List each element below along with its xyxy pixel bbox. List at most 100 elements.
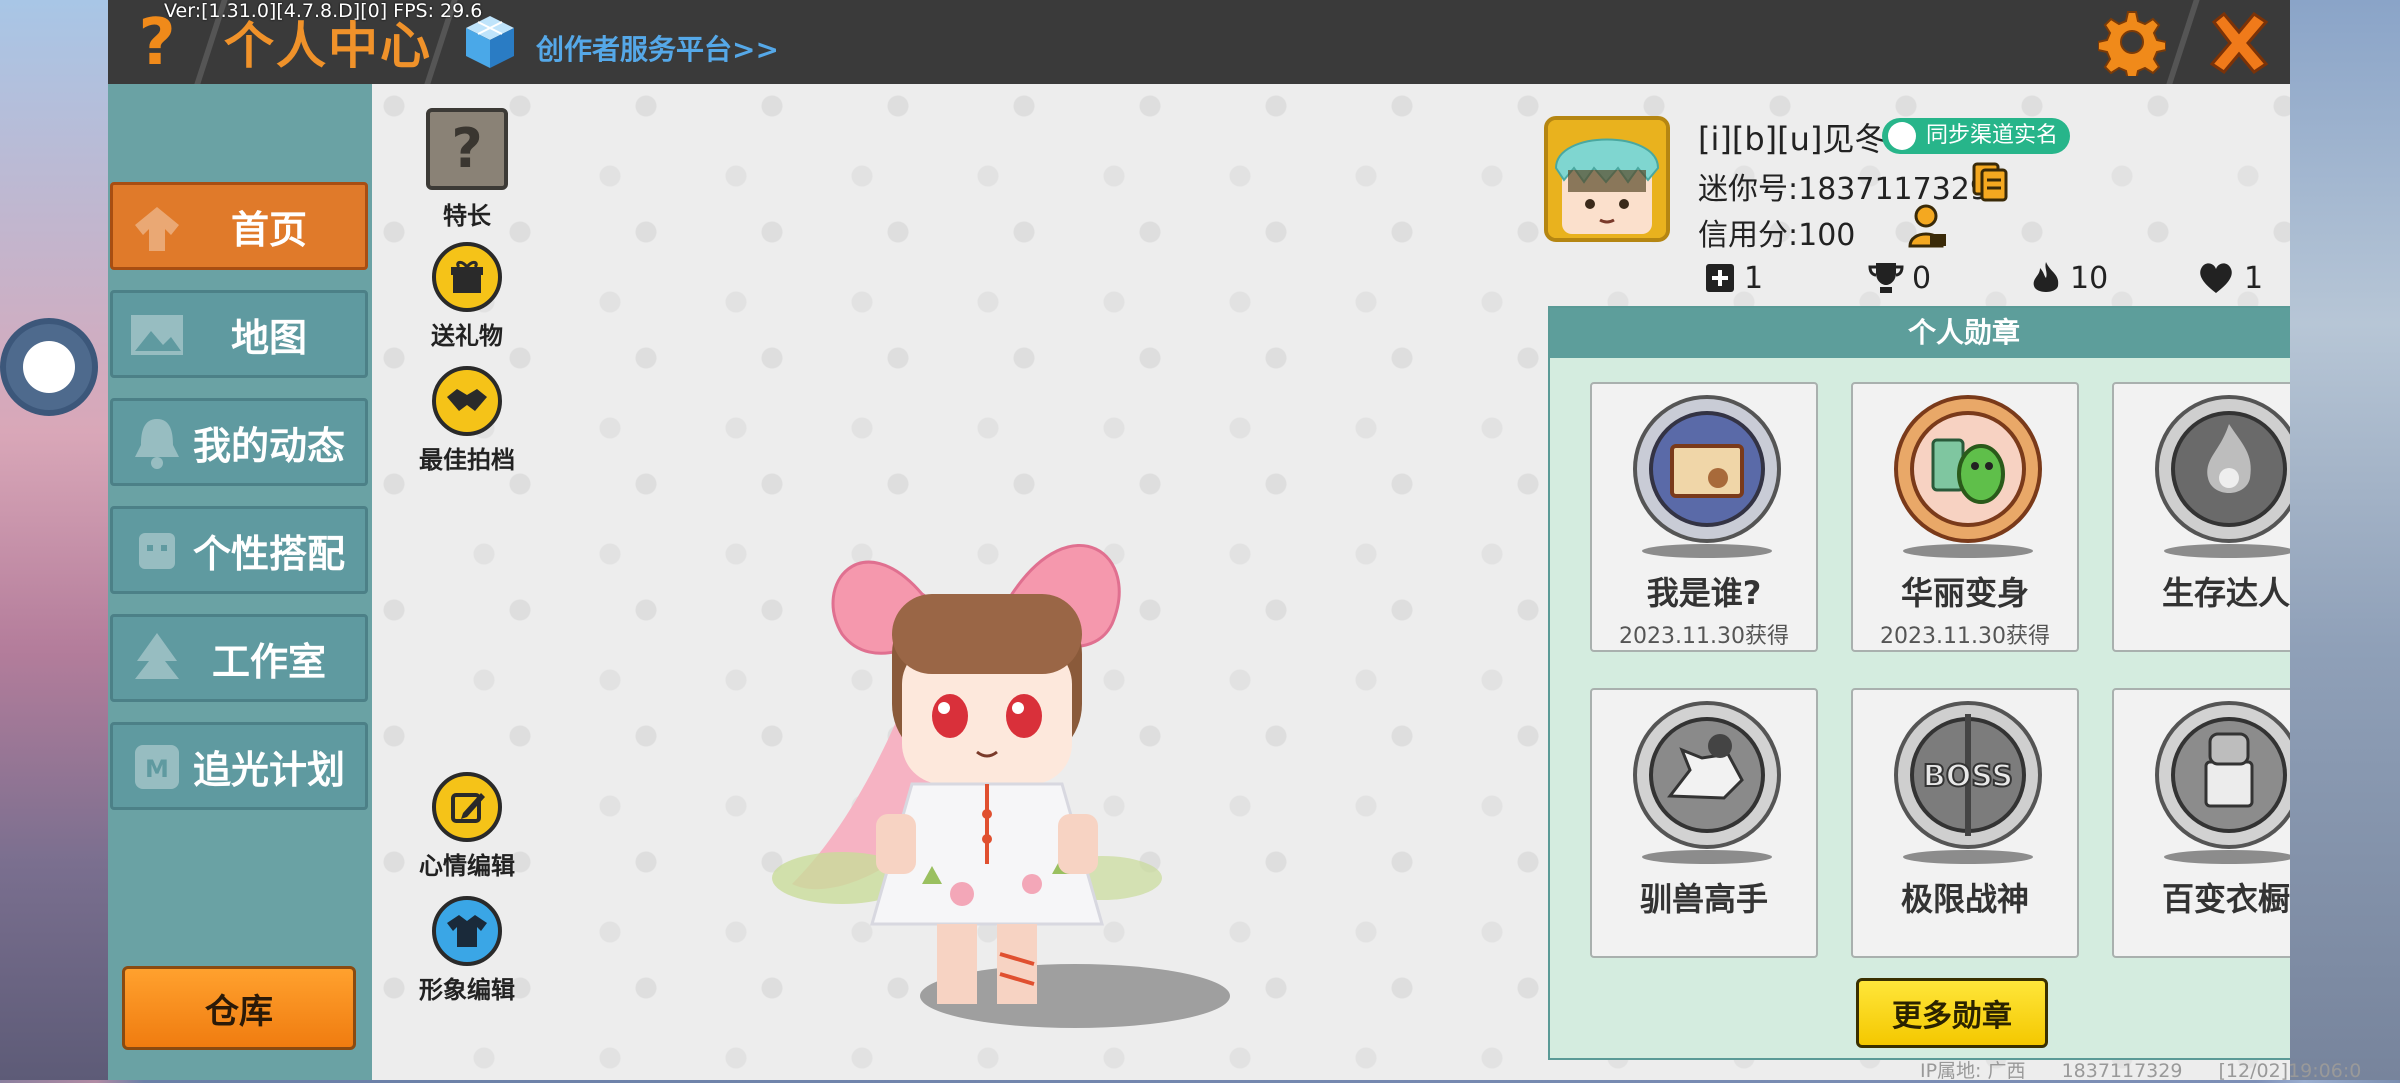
action-label: 送礼物 bbox=[431, 322, 503, 350]
content-area: ? 特长 送礼物 最佳拍档 心情编辑 形象编辑 [i][b][u]见冬 同步渠道… bbox=[372, 84, 2290, 1080]
medal-transform-icon bbox=[1894, 395, 2042, 543]
trophy-stat[interactable]: 0 bbox=[1868, 258, 1931, 298]
creator-platform-link[interactable]: 创作者服务平台>> bbox=[536, 28, 779, 68]
tree-icon bbox=[135, 633, 179, 679]
player-avatar[interactable] bbox=[772, 484, 1192, 1044]
action-label: 形象编辑 bbox=[419, 976, 515, 1004]
handshake-icon bbox=[432, 366, 502, 436]
heart-icon bbox=[2200, 263, 2232, 293]
medal-name: 驯兽高手 bbox=[1639, 880, 1768, 918]
hanger-icon bbox=[135, 207, 179, 251]
medal-survival-icon bbox=[2155, 395, 2290, 543]
sidebar-item-label: 地图 bbox=[230, 315, 307, 360]
medal-shadow bbox=[1642, 850, 1772, 864]
action-label: 最佳拍档 bbox=[419, 446, 515, 474]
close-x-icon[interactable] bbox=[2204, 8, 2274, 78]
popularity-stat[interactable]: 10 bbox=[2030, 258, 2108, 298]
footer-time: [12/02]19:06:0 bbox=[2218, 1060, 2362, 1082]
copy-icon[interactable] bbox=[1970, 162, 2010, 202]
talent-button[interactable]: ? 特长 bbox=[407, 108, 527, 231]
medal-shadow bbox=[2164, 544, 2290, 558]
sidebar-item-label: 追光计划 bbox=[192, 747, 345, 792]
gear-icon[interactable] bbox=[2098, 8, 2166, 76]
flame-icon bbox=[2033, 262, 2059, 292]
floating-assist-button[interactable] bbox=[0, 318, 98, 416]
footer-uid: 1837117329 bbox=[2061, 1060, 2183, 1082]
sidebar: 首页 地图 我的动态 个性搭配 工作室 M 追光计划 仓库 bbox=[108, 84, 372, 1080]
medals-title: 个人勋章 bbox=[1550, 308, 2290, 358]
best-partner-button[interactable]: 最佳拍档 bbox=[407, 366, 527, 475]
medal-card[interactable]: 驯兽高手 bbox=[1590, 688, 1818, 958]
medal-wardrobe-icon bbox=[2155, 701, 2290, 849]
sidebar-item-outfit[interactable]: 个性搭配 bbox=[110, 506, 368, 594]
mood-edit-button[interactable]: 心情编辑 bbox=[407, 772, 527, 881]
assist-dot bbox=[23, 341, 75, 393]
sync-realname-badge[interactable]: 同步渠道实名 bbox=[1882, 118, 2071, 154]
friends-stat[interactable]: 1 bbox=[1704, 258, 1763, 298]
sidebar-item-feed[interactable]: 我的动态 bbox=[110, 398, 368, 486]
gift-icon bbox=[432, 242, 502, 312]
sidebar-item-map[interactable]: 地图 bbox=[110, 290, 368, 378]
game-background-left bbox=[0, 0, 110, 1080]
medal-name: 百变衣橱 bbox=[2161, 880, 2290, 918]
medal-date: 2023.11.30获得 bbox=[1880, 624, 2050, 649]
sync-badge-label: 同步渠道实名 bbox=[1926, 123, 2059, 148]
sidebar-item-label: 我的动态 bbox=[192, 423, 345, 468]
likes-stat[interactable]: 1 bbox=[2196, 258, 2263, 298]
sidebar-item-home[interactable]: 首页 bbox=[110, 182, 368, 270]
sidebar-item-studio[interactable]: 工作室 bbox=[110, 614, 368, 702]
medal-card[interactable]: BOSS 极限战神 bbox=[1851, 688, 2079, 958]
outfit-icon bbox=[432, 896, 502, 966]
medals-panel: 个人勋章 我是谁? 2023.11.30获得 华丽变身 2023.11.30获得… bbox=[1548, 306, 2290, 1060]
profile-avatar[interactable] bbox=[1544, 116, 1670, 242]
medal-date: 2023.11.30获得 bbox=[1619, 624, 1789, 649]
medal-card[interactable]: 生存达人 bbox=[2112, 382, 2290, 652]
sidebar-item-label: 工作室 bbox=[211, 639, 326, 684]
stat-value: 0 bbox=[1912, 260, 1932, 296]
separator bbox=[2166, 0, 2200, 84]
credit-score: 信用分:100 bbox=[1698, 218, 1856, 253]
warehouse-button[interactable]: 仓库 bbox=[122, 966, 356, 1050]
username: [i][b][u]见冬 bbox=[1698, 120, 1887, 158]
personal-center-window: ? 个人中心 创作者服务平台>> 首页 地图 我的动态 个性搭配 工作室 M 追… bbox=[108, 0, 2290, 1080]
credit-person-icon[interactable] bbox=[1906, 204, 1948, 250]
trophy-icon bbox=[1868, 263, 1904, 293]
action-label: 心情编辑 bbox=[419, 852, 515, 880]
medal-shadow bbox=[1903, 850, 2033, 864]
send-gift-button[interactable]: 送礼物 bbox=[407, 242, 527, 351]
medal-tamer-icon bbox=[1633, 701, 1781, 849]
medal-whoami-icon bbox=[1633, 395, 1781, 543]
badge-icon: M bbox=[135, 745, 179, 789]
medal-card[interactable]: 华丽变身 2023.11.30获得 bbox=[1851, 382, 2079, 652]
appearance-edit-button[interactable]: 形象编辑 bbox=[407, 896, 527, 1005]
medal-shadow bbox=[2164, 850, 2290, 864]
cube-icon[interactable] bbox=[464, 14, 516, 70]
sidebar-item-light-chase[interactable]: M 追光计划 bbox=[110, 722, 368, 810]
stat-value: 1 bbox=[2244, 260, 2264, 296]
edit-icon bbox=[432, 772, 502, 842]
ip-location: IP属地: 广西 bbox=[1920, 1060, 2026, 1082]
sidebar-item-label: 个性搭配 bbox=[192, 531, 345, 576]
svg-text:BOSS: BOSS bbox=[1923, 759, 2013, 794]
medal-name: 生存达人 bbox=[2161, 574, 2290, 612]
question-box-icon: ? bbox=[426, 108, 508, 190]
add-friend-icon bbox=[1706, 264, 1734, 292]
sidebar-item-label: 首页 bbox=[230, 207, 307, 252]
footer-info: IP属地: 广西 1837117329 [12/02]19:06:0 bbox=[1920, 1056, 2391, 1083]
character-icon bbox=[139, 533, 175, 569]
medal-name: 华丽变身 bbox=[1900, 574, 2029, 612]
medal-shadow bbox=[1642, 544, 1772, 558]
medal-name: 极限战神 bbox=[1900, 880, 2029, 918]
game-background-right bbox=[2290, 0, 2400, 1080]
stat-value: 10 bbox=[2070, 260, 2109, 296]
medal-name: 我是谁? bbox=[1646, 574, 1762, 612]
medal-boss-icon: BOSS bbox=[1894, 701, 2042, 849]
version-fps-overlay: Ver:[1.31.0][4.7.8.D][0] FPS: 29.6 bbox=[164, 0, 483, 22]
medal-card[interactable]: 百变衣橱 bbox=[2112, 688, 2290, 958]
image-icon bbox=[131, 315, 183, 355]
more-medals-button[interactable]: 更多勋章 bbox=[1856, 978, 2048, 1048]
stat-value: 1 bbox=[1744, 260, 1764, 296]
action-label: 特长 bbox=[443, 202, 491, 230]
medal-card[interactable]: 我是谁? 2023.11.30获得 bbox=[1590, 382, 1818, 652]
mini-id: 迷你号:1837117329 bbox=[1698, 172, 1989, 207]
